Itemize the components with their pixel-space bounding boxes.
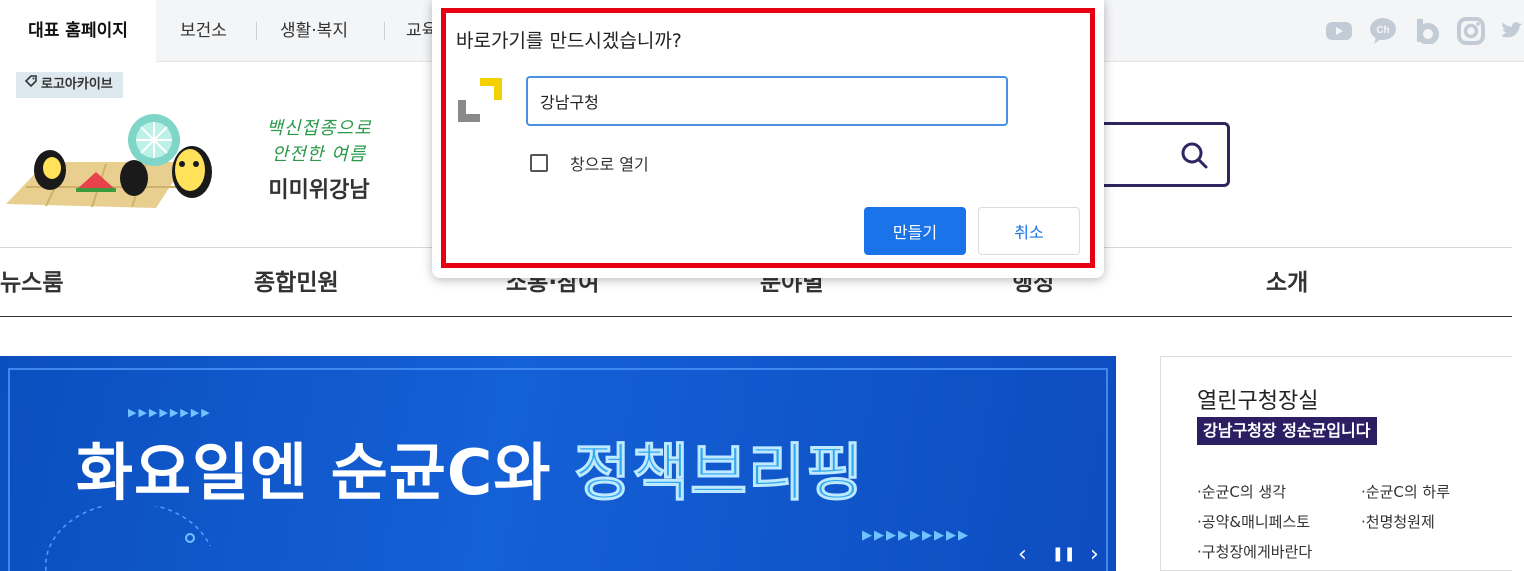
banner-headline: 화요일엔 순균C와 정책브리핑 (76, 422, 864, 512)
tag-icon (24, 72, 38, 98)
nav-introduction[interactable]: 소개 (1266, 248, 1308, 318)
logo-archive-badge[interactable]: 로고아카이브 (16, 72, 123, 98)
banner-decoration: ▶▶▶▶▶▶▶▶ (128, 406, 212, 419)
youtube-icon[interactable] (1324, 16, 1354, 46)
blog-icon[interactable] (1412, 16, 1442, 46)
open-as-window-label[interactable]: 창으로 열기 (570, 151, 649, 175)
mayor-office-title[interactable]: 열린구청장실 (1197, 383, 1318, 415)
archive-label: 로고아카이브 (41, 77, 113, 92)
site-favicon-icon (456, 76, 504, 124)
kakao-channel-icon[interactable]: Ch (1368, 16, 1398, 46)
tab-health-center[interactable]: 보건소 (180, 0, 227, 62)
mascot-illustration[interactable] (6, 112, 216, 216)
campaign-brand: 미미위강남 (268, 178, 370, 203)
banner-pause-button[interactable]: ❚❚ (1052, 546, 1075, 562)
banner-next-button[interactable]: › (1090, 542, 1099, 567)
tab-main-homepage[interactable]: 대표 홈페이지 (0, 0, 156, 62)
mayor-tagline: 강남구청장 정순균입니다 (1197, 417, 1377, 445)
mayor-office-box: 열린구청장실 강남구청장 정순균입니다 ·순균C의 생각 ·순균C의 하루 ·공… (1160, 356, 1512, 571)
create-shortcut-dialog: 바로가기를 만드시겠습니까? 창으로 열기 만들기 취소 (432, 0, 1104, 278)
campaign-logo[interactable]: 백신접종으로 안전한 여름 미미위강남 (254, 116, 384, 204)
link-ask-mayor[interactable]: ·구청장에게바란다 (1197, 541, 1312, 562)
banner-headline-white: 화요일엔 순균C와 (76, 436, 574, 509)
banner-decoration (44, 506, 211, 571)
link-manifesto[interactable]: ·공약&매니페스토 (1197, 511, 1310, 532)
svg-text:Ch: Ch (1376, 25, 1389, 36)
banner-headline-accent: 정책브리핑 (573, 436, 865, 510)
link-petition[interactable]: ·천명청원제 (1361, 511, 1435, 532)
link-mayor-day[interactable]: ·순균C의 하루 (1361, 481, 1450, 502)
banner-decoration: ▶▶▶▶▶▶▶▶▶ (862, 528, 970, 543)
main-banner[interactable]: ▶▶▶▶▶▶▶▶ ▶▶▶▶▶▶▶▶▶ 화요일엔 순균C와 정책브리핑 (0, 356, 1116, 571)
campaign-slogan-line1: 백신접종으로 (266, 118, 372, 139)
shortcut-name-input[interactable] (526, 76, 1008, 126)
tab-life-welfare[interactable]: 생활·복지 (280, 0, 348, 62)
banner-prev-button[interactable]: ‹ (1018, 542, 1027, 567)
link-mayor-thoughts[interactable]: ·순균C의 생각 (1197, 481, 1286, 502)
campaign-slogan-line2: 안전한 여름 (271, 144, 367, 165)
open-as-window-checkbox[interactable] (530, 154, 548, 172)
twitter-icon[interactable] (1500, 16, 1524, 46)
divider (384, 22, 385, 40)
create-button[interactable]: 만들기 (864, 207, 966, 255)
instagram-icon[interactable] (1456, 16, 1486, 46)
divider (256, 22, 257, 40)
cancel-button[interactable]: 취소 (978, 207, 1080, 255)
search-icon[interactable] (1179, 140, 1209, 174)
nav-newsroom[interactable]: 뉴스룸 (0, 248, 63, 318)
nav-civil-service[interactable]: 종합민원 (254, 248, 339, 318)
dialog-title: 바로가기를 만드시겠습니까? (456, 30, 682, 52)
